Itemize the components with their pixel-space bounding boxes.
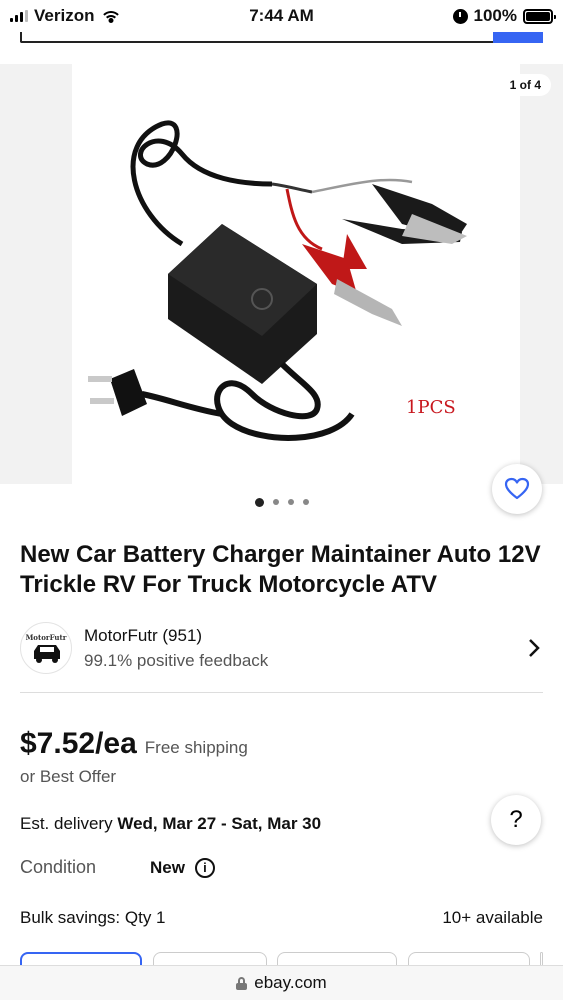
- search-button[interactable]: [493, 32, 543, 43]
- availability: 10+ available: [442, 908, 543, 927]
- pagination-dot[interactable]: [254, 498, 264, 507]
- battery-charger-image: [88, 120, 467, 441]
- pagination-dot[interactable]: [272, 499, 279, 505]
- carrier-name: Verizon: [34, 6, 95, 25]
- info-icon[interactable]: i: [194, 857, 215, 878]
- seller-feedback: 99.1% positive feedback: [84, 651, 269, 670]
- search-input[interactable]: [20, 32, 543, 43]
- seller-card[interactable]: MotorFutr MotorFutr (951) 99.1% positive…: [20, 620, 543, 676]
- seller-name[interactable]: MotorFutr (951): [84, 623, 268, 648]
- item-price: $7.52/ea: [20, 727, 137, 760]
- seller-avatar: MotorFutr: [20, 622, 72, 674]
- image-pagination[interactable]: [0, 498, 563, 507]
- battery-percent: 100%: [473, 6, 517, 25]
- bulk-savings-label: Bulk savings: Qty 1: [20, 908, 166, 927]
- product-image[interactable]: 1PCS: [72, 64, 520, 484]
- signal-icon: [10, 10, 28, 22]
- heart-icon: [504, 477, 530, 500]
- bulk-savings-row: Bulk savings: Qty 1 10+ available: [20, 908, 543, 928]
- condition-value: New: [150, 857, 185, 877]
- pagination-dot[interactable]: [302, 499, 309, 505]
- price-section: $7.52/ea Free shipping: [20, 727, 248, 761]
- condition-label: Condition: [20, 857, 97, 877]
- delivery-estimate: Est. delivery Wed, Mar 27 - Sat, Mar 30: [20, 814, 321, 834]
- alarm-icon: [452, 8, 468, 24]
- help-button[interactable]: ?: [491, 795, 541, 845]
- condition-row: Condition New i: [20, 857, 215, 878]
- wifi-icon: [100, 8, 123, 24]
- browser-url-bar[interactable]: ebay.com: [0, 965, 563, 1000]
- best-offer-text: or Best Offer: [20, 767, 117, 786]
- url-domain: ebay.com: [254, 973, 327, 992]
- lock-icon: [236, 976, 248, 990]
- car-icon: [34, 645, 60, 663]
- product-title: New Car Battery Charger Maintainer Auto …: [20, 541, 541, 598]
- delivery-dates: Wed, Mar 27 - Sat, Mar 30: [117, 814, 322, 833]
- battery-icon: [523, 8, 556, 24]
- image-caption: 1PCS: [406, 397, 456, 418]
- divider: [20, 692, 543, 693]
- image-counter: 1 of 4: [499, 74, 551, 96]
- product-image-gallery[interactable]: 1PCS 1 of 4: [0, 64, 563, 484]
- status-bar: Verizon 7:44 AM 100%: [0, 0, 563, 32]
- pagination-dot[interactable]: [287, 499, 294, 505]
- chevron-right-icon[interactable]: [527, 636, 543, 660]
- shipping-info: Free shipping: [144, 738, 248, 757]
- delivery-label: Est. delivery: [20, 814, 113, 833]
